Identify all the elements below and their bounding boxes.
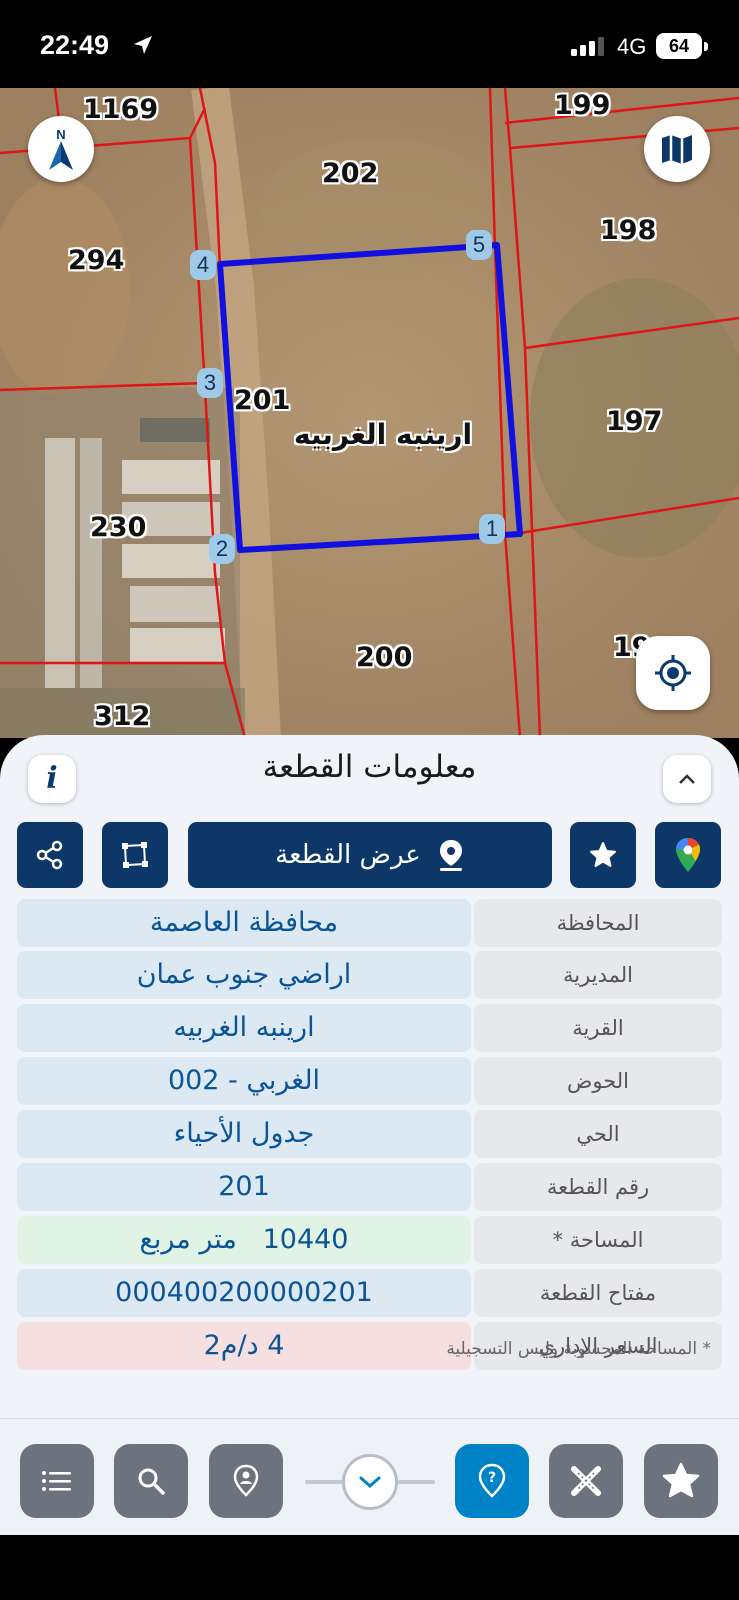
crosshair-location-icon xyxy=(655,655,691,691)
chevron-up-icon xyxy=(679,774,695,784)
star-icon xyxy=(662,1462,700,1498)
system-bottom-bar xyxy=(0,1535,739,1600)
parcel-number-202: 202 xyxy=(322,158,379,189)
sheet-toggle-knob[interactable] xyxy=(342,1454,398,1510)
info-row-area: 10440 متر مربع المساحة * xyxy=(17,1216,722,1264)
collapse-sheet-button[interactable] xyxy=(663,755,711,803)
sheet-title: معلومات القطعة xyxy=(262,749,477,785)
area-label: المساحة * xyxy=(474,1216,722,1264)
network-type: 4G xyxy=(617,34,647,59)
polygon-shape-icon xyxy=(122,842,148,868)
search-button[interactable] xyxy=(114,1444,188,1518)
tools-cross-icon xyxy=(571,1466,601,1496)
area-value: 10440 متر مربع xyxy=(17,1216,471,1264)
location-arrow-icon xyxy=(134,36,152,54)
plot-number-label: رقم القطعة xyxy=(474,1163,722,1211)
info-row-plot-key: 000400200000201 مفتاح القطعة xyxy=(17,1269,722,1317)
plot-number-value: 201 xyxy=(17,1163,471,1211)
info-row-plot-number: 201 رقم القطعة xyxy=(17,1163,722,1211)
question-pin-icon: ? xyxy=(478,1463,506,1498)
vertex-marker-5[interactable]: 5 xyxy=(466,230,492,260)
neighborhood-label: الحي xyxy=(474,1110,722,1158)
search-icon xyxy=(138,1468,165,1495)
governorate-value: محافظة العاصمة xyxy=(17,899,471,947)
village-value: ارينبه الغربيه xyxy=(17,1004,471,1052)
parcel-number-294: 294 xyxy=(68,245,125,276)
directorate-value: اراضي جنوب عمان xyxy=(17,951,471,999)
plot-key-label: مفتاح القطعة xyxy=(474,1269,722,1317)
info-row-governorate: محافظة العاصمة المحافظة xyxy=(17,899,722,947)
favorite-button[interactable] xyxy=(570,822,636,888)
show-plot-button[interactable]: عرض القطعة xyxy=(188,822,552,888)
share-icon xyxy=(36,840,63,870)
neighborhood-value: جدول الأحياء xyxy=(17,1110,471,1158)
svg-text:?: ? xyxy=(488,1470,496,1486)
user-location-button[interactable] xyxy=(209,1444,283,1518)
show-plot-label: عرض القطعة xyxy=(275,840,421,870)
parcel-number-230: 230 xyxy=(90,512,147,543)
area-footnote: * المساحة المحسوبة وليس التسجيلية xyxy=(446,1339,711,1359)
governorate-label: المحافظة xyxy=(474,899,722,947)
battery-level: 64 xyxy=(656,33,702,59)
location-help-button[interactable]: ? xyxy=(455,1444,529,1518)
map-pin-icon xyxy=(439,840,462,871)
parcel-number-200: 200 xyxy=(356,642,413,673)
vertex-marker-3[interactable]: 3 xyxy=(197,368,223,398)
plot-shape-button[interactable] xyxy=(102,822,168,888)
basin-value: الغربي - 002 xyxy=(17,1057,471,1105)
info-row-basin: الغربي - 002 الحوض xyxy=(17,1057,722,1105)
person-pin-icon xyxy=(233,1464,259,1497)
status-time: 22:49 xyxy=(40,30,110,60)
map-layers-button[interactable] xyxy=(644,116,710,182)
svg-text:N: N xyxy=(56,127,65,142)
basin-label: الحوض xyxy=(474,1057,722,1105)
admin-price-value: 4 د/م2 xyxy=(17,1322,471,1370)
google-maps-button[interactable] xyxy=(655,822,721,888)
favorites-button[interactable] xyxy=(644,1444,718,1518)
chevron-down-icon xyxy=(359,1476,381,1489)
list-button[interactable] xyxy=(20,1444,94,1518)
village-label: القرية xyxy=(474,1004,722,1052)
battery-tip xyxy=(704,42,708,51)
cellular-signal-icon xyxy=(571,37,604,56)
directorate-label: المديرية xyxy=(474,951,722,999)
status-bar: 22:49 4G 64 xyxy=(0,0,739,88)
village-name-label: ارينبه الغربيه xyxy=(294,418,473,451)
bottom-toolbar: ? xyxy=(0,1418,739,1535)
info-row-neighborhood: جدول الأحياء الحي xyxy=(17,1110,722,1158)
parcel-number-197: 197 xyxy=(606,406,663,437)
north-compass-button[interactable]: N xyxy=(28,116,94,182)
vertex-marker-2[interactable]: 2 xyxy=(209,534,235,564)
star-icon xyxy=(590,842,616,867)
plot-key-value: 000400200000201 xyxy=(17,1269,471,1317)
satellite-map[interactable]: 1169 199 202 198 294 201 197 230 200 312… xyxy=(0,88,739,738)
google-maps-icon xyxy=(676,838,700,872)
info-row-village: ارينبه الغربيه القرية xyxy=(17,1004,722,1052)
map-icon xyxy=(662,135,692,164)
my-location-button[interactable] xyxy=(636,636,710,710)
parcel-number-198: 198 xyxy=(600,215,657,246)
info-row-directorate: اراضي جنوب عمان المديرية xyxy=(17,951,722,999)
share-button[interactable] xyxy=(17,822,83,888)
parcel-number-1169: 1169 xyxy=(83,94,159,125)
compass-north-icon: N xyxy=(49,127,73,170)
list-icon xyxy=(42,1471,71,1491)
vertex-marker-1[interactable]: 1 xyxy=(479,514,505,544)
parcel-number-312: 312 xyxy=(94,701,151,732)
vertex-marker-4[interactable]: 4 xyxy=(190,250,216,280)
parcel-number-201: 201 xyxy=(234,385,291,416)
tools-button[interactable] xyxy=(549,1444,623,1518)
app-screen: 22:49 4G 64 1169 199 202 198 294 201 197… xyxy=(0,0,739,1600)
parcel-number-199: 199 xyxy=(554,90,611,121)
